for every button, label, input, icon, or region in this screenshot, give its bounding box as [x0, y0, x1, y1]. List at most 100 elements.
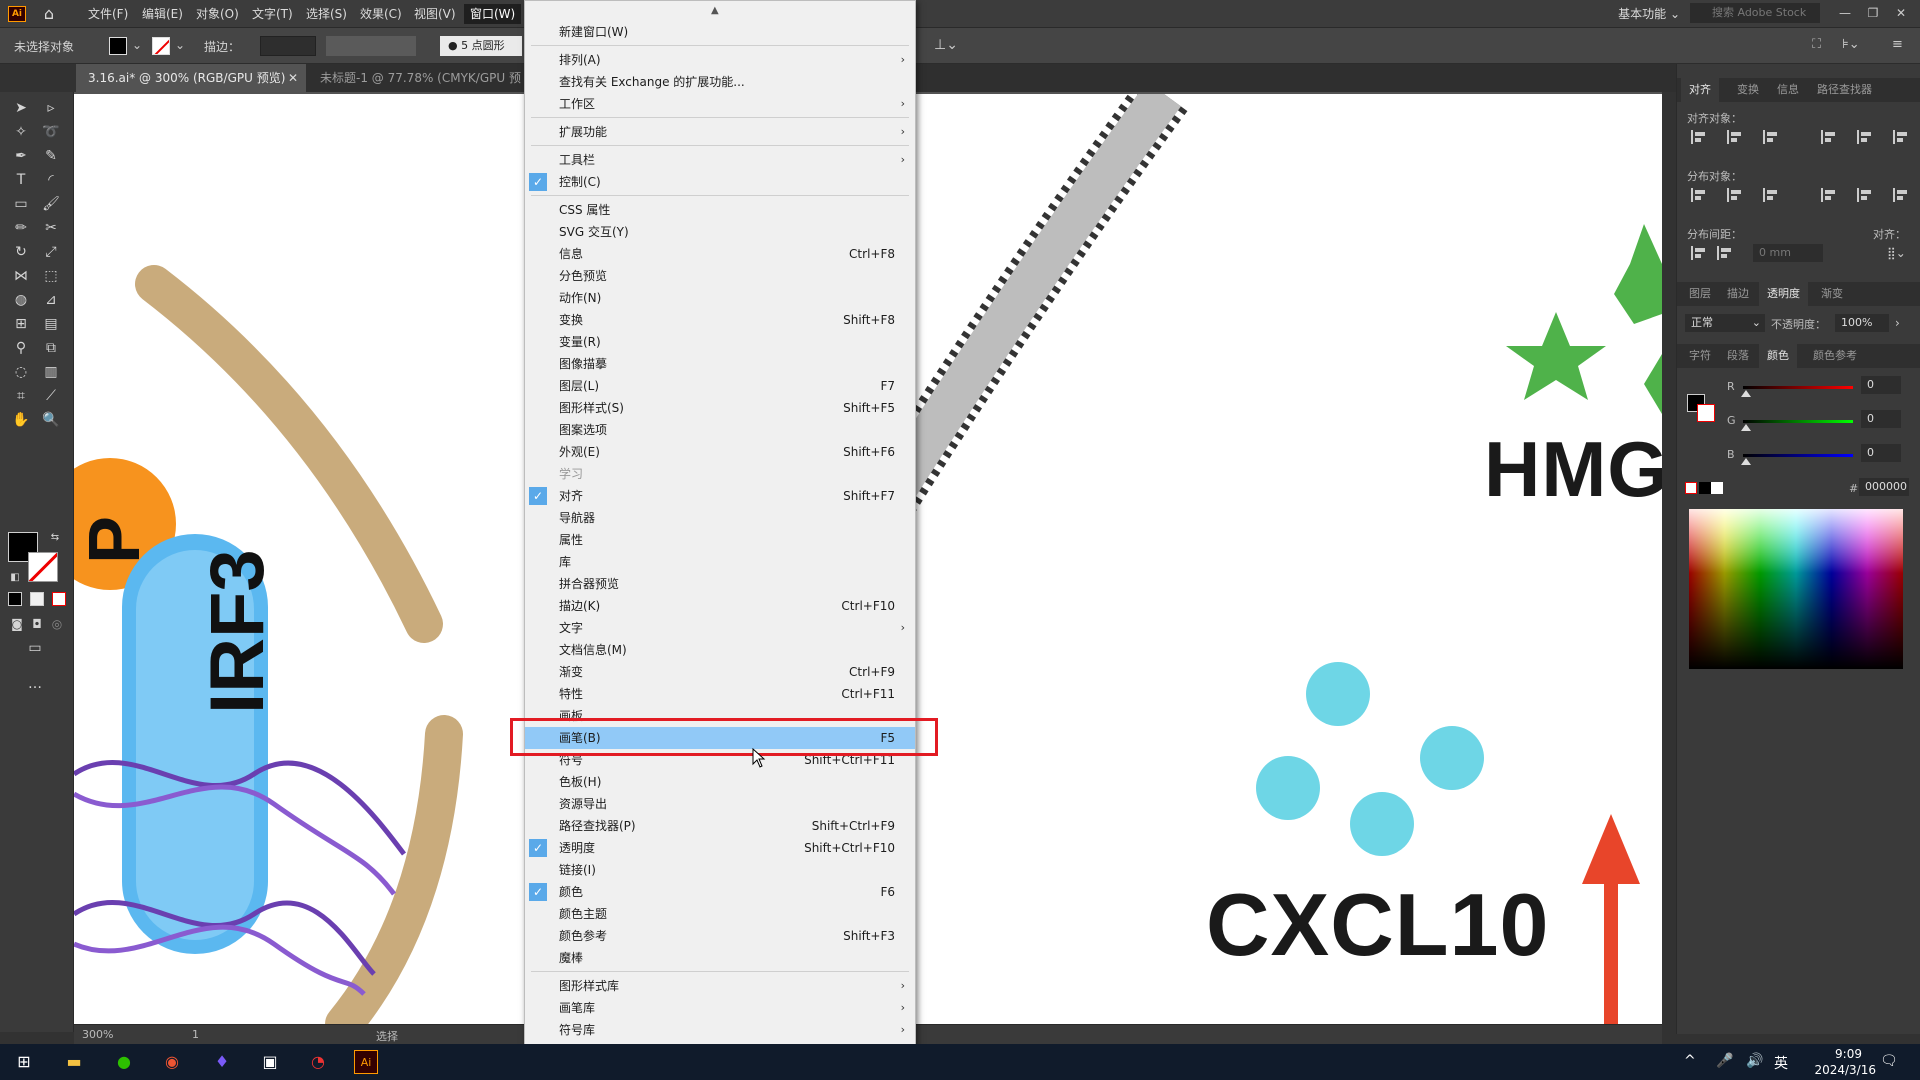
restore-icon[interactable]: ❐: [1862, 2, 1884, 24]
fill-color-swatch[interactable]: [109, 37, 127, 55]
align-menu-icon[interactable]: ⊧⌄: [1842, 37, 1860, 52]
current-tool-status[interactable]: 选择: [376, 1028, 398, 1044]
r-input[interactable]: 0: [1861, 376, 1901, 394]
scale-tool-icon[interactable]: ⤢: [40, 242, 62, 262]
file-explorer-icon[interactable]: ▬: [62, 1050, 86, 1074]
artboard-number[interactable]: 1: [192, 1028, 199, 1041]
window-menu-item[interactable]: 查找有关 Exchange 的扩展功能...: [525, 71, 915, 93]
align-left-icon[interactable]: [1691, 130, 1707, 144]
scissors-tool-icon[interactable]: ✂: [40, 218, 62, 238]
distribute-left-icon[interactable]: [1821, 188, 1837, 202]
scroll-up-icon[interactable]: ▲: [711, 5, 719, 16]
symbol-sprayer-tool-icon[interactable]: ◌: [10, 362, 32, 382]
default-colors-icon[interactable]: ◧: [4, 568, 26, 588]
window-menu-item[interactable]: 变量(R): [525, 331, 915, 353]
paintbrush-tool-icon[interactable]: 🖌: [40, 194, 62, 214]
shape-builder-tool-icon[interactable]: ◍: [10, 290, 32, 310]
mesh-tool-icon[interactable]: ⊞: [10, 314, 32, 334]
align-center-icon[interactable]: [1727, 130, 1743, 144]
window-menu-item[interactable]: 信息 Ctrl+F8: [525, 243, 915, 265]
clock-date[interactable]: 2024/3/16: [1814, 1063, 1876, 1077]
slice-tool-icon[interactable]: ⟋: [40, 386, 62, 406]
tab-paragraph[interactable]: 段落: [1719, 344, 1757, 368]
window-menu-item[interactable]: 图形样式(S) Shift+F5: [525, 397, 915, 419]
align-bottom-icon[interactable]: [1893, 130, 1909, 144]
window-menu-item[interactable]: 排列(A) ›: [525, 49, 915, 71]
align-middle-icon[interactable]: [1857, 130, 1873, 144]
window-menu-item[interactable]: 资源导出: [525, 793, 915, 815]
column-graph-tool-icon[interactable]: ▥: [40, 362, 62, 382]
gradient-mode-icon[interactable]: [30, 592, 44, 606]
selection-tool-icon[interactable]: ➤: [10, 98, 32, 118]
window-menu-item[interactable]: 扩展功能 ›: [525, 121, 915, 143]
distribute-hspace-icon[interactable]: [1717, 246, 1733, 260]
blend-tool-icon[interactable]: ⧉: [40, 338, 62, 358]
window-menu-item[interactable]: ✓ 对齐 Shift+F7: [525, 485, 915, 507]
distribute-right-icon[interactable]: [1893, 188, 1909, 202]
r-slider-knob[interactable]: [1741, 390, 1751, 397]
chevron-down-icon[interactable]: ⌄: [132, 38, 142, 52]
menu-type[interactable]: 文字(T): [246, 4, 299, 24]
lasso-tool-icon[interactable]: ➰: [40, 122, 62, 142]
tab-stroke[interactable]: 描边: [1719, 282, 1757, 306]
swap-colors-icon[interactable]: ⇆: [44, 528, 66, 548]
stroke-color-swatch[interactable]: [152, 37, 170, 55]
window-menu-item[interactable]: 工作区 ›: [525, 93, 915, 115]
wechat-icon[interactable]: ●: [112, 1050, 136, 1074]
tab-info[interactable]: 信息: [1769, 78, 1807, 102]
zoom-tool-icon[interactable]: 🔍: [40, 410, 62, 430]
align-top-icon[interactable]: [1821, 130, 1837, 144]
window-menu-item[interactable]: 拼合器预览: [525, 573, 915, 595]
tab-layers[interactable]: 图层: [1681, 282, 1719, 306]
align-right-icon[interactable]: [1763, 130, 1779, 144]
distribute-vcenter-icon[interactable]: [1727, 188, 1743, 202]
rotate-tool-icon[interactable]: ↻: [10, 242, 32, 262]
ime-indicator[interactable]: 英: [1774, 1053, 1788, 1073]
draw-behind-icon[interactable]: ◘: [26, 614, 48, 634]
window-menu-item[interactable]: 魔棒: [525, 947, 915, 969]
menu-window[interactable]: 窗口(W): [464, 4, 522, 24]
window-menu-item[interactable]: 画笔库 ›: [525, 997, 915, 1019]
line-tool-icon[interactable]: ◜: [40, 170, 62, 190]
screen-mode-icon[interactable]: ▭: [24, 638, 46, 658]
window-menu-item[interactable]: 属性: [525, 529, 915, 551]
minimize-icon[interactable]: —: [1834, 2, 1856, 24]
color-spectrum[interactable]: [1689, 509, 1903, 669]
free-transform-tool-icon[interactable]: ⬚: [40, 266, 62, 286]
pencil-tool-icon[interactable]: ✏: [10, 218, 32, 238]
curvature-tool-icon[interactable]: ✎: [40, 146, 62, 166]
g-input[interactable]: 0: [1861, 410, 1901, 428]
window-menu-item[interactable]: CSS 属性: [525, 199, 915, 221]
notification-icon[interactable]: 🗨: [1880, 1053, 1898, 1069]
window-menu-item[interactable]: 导航器: [525, 507, 915, 529]
window-menu-item[interactable]: 外观(E) Shift+F6: [525, 441, 915, 463]
tab-transform[interactable]: 变换: [1729, 78, 1767, 102]
perspective-tool-icon[interactable]: ⊿: [40, 290, 62, 310]
chevron-down-icon[interactable]: ⌄: [175, 38, 185, 52]
illustrator-taskbar-icon[interactable]: Ai: [354, 1050, 378, 1074]
menu-effect[interactable]: 效果(C): [354, 4, 408, 24]
none-mode-icon[interactable]: [52, 592, 66, 606]
eyedropper-tool-icon[interactable]: ⚲: [10, 338, 32, 358]
window-menu-item[interactable]: 文字 ›: [525, 617, 915, 639]
g-slider[interactable]: [1743, 420, 1853, 423]
chrome-icon[interactable]: ◉: [160, 1050, 184, 1074]
notes-app-icon[interactable]: ▣: [258, 1050, 282, 1074]
window-menu-item[interactable]: 库: [525, 551, 915, 573]
b-slider-knob[interactable]: [1741, 458, 1751, 465]
chevron-right-icon[interactable]: ›: [1895, 316, 1900, 330]
color-mode-icon[interactable]: [8, 592, 22, 606]
tab-character[interactable]: 字符: [1681, 344, 1719, 368]
distribute-bottom-icon[interactable]: [1763, 188, 1779, 202]
window-menu-item[interactable]: 颜色参考 Shift+F3: [525, 925, 915, 947]
b-slider[interactable]: [1743, 454, 1853, 457]
variable-width-profile[interactable]: [326, 36, 416, 56]
volume-icon[interactable]: 🔊: [1746, 1053, 1763, 1069]
hex-input[interactable]: 000000: [1859, 478, 1909, 496]
window-menu-item[interactable]: 图形样式库 ›: [525, 975, 915, 997]
window-menu-item[interactable]: 分色预览: [525, 265, 915, 287]
window-menu-item[interactable]: 文档信息(M): [525, 639, 915, 661]
window-menu-item[interactable]: 特性 Ctrl+F11: [525, 683, 915, 705]
width-tool-icon[interactable]: ⋈: [10, 266, 32, 286]
close-icon[interactable]: ✕: [1890, 2, 1912, 24]
